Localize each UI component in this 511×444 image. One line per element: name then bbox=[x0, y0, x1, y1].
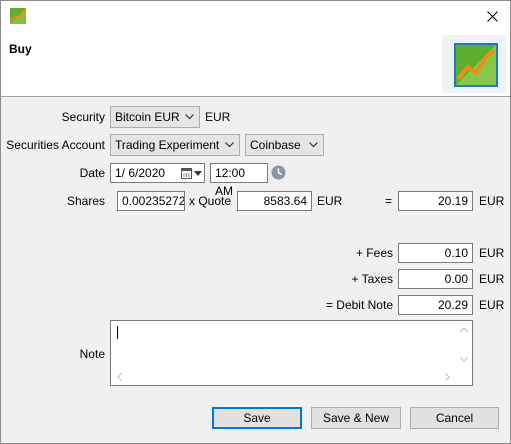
cancel-button[interactable]: Cancel bbox=[410, 407, 499, 429]
dialog-header: Buy bbox=[1, 31, 510, 97]
save-and-new-button[interactable]: Save & New bbox=[311, 407, 401, 429]
close-icon bbox=[486, 10, 498, 22]
title-bar bbox=[1, 1, 510, 31]
account-label: Securities Account bbox=[6, 138, 105, 152]
security-select[interactable]: Bitcoin EUR bbox=[110, 106, 200, 128]
calendar-icon[interactable] bbox=[181, 167, 192, 179]
account-select[interactable]: Trading Experiment bbox=[110, 134, 240, 156]
debit-note-currency: EUR bbox=[479, 298, 505, 312]
date-value: 1/ 6/2020 bbox=[115, 166, 166, 180]
broker-select[interactable]: Coinbase bbox=[245, 134, 324, 156]
fees-input[interactable]: 0.10 bbox=[398, 243, 473, 263]
date-picker[interactable]: 1/ 6/2020 bbox=[110, 163, 205, 183]
chevron-down-icon bbox=[309, 142, 318, 148]
gross-currency: EUR bbox=[479, 194, 505, 208]
chevron-down-icon[interactable] bbox=[194, 171, 202, 176]
app-icon bbox=[10, 8, 26, 24]
horizontal-scrollbar[interactable] bbox=[111, 369, 456, 385]
scroll-right-icon[interactable] bbox=[445, 373, 450, 381]
vertical-scrollbar[interactable] bbox=[456, 321, 472, 369]
broker-select-value: Coinbase bbox=[250, 138, 301, 152]
dialog-title: Buy bbox=[9, 42, 32, 56]
text-caret bbox=[117, 326, 118, 339]
buy-dialog: Buy Security Bitcoin EUR EUR Securities … bbox=[0, 0, 511, 444]
note-label: Note bbox=[79, 347, 105, 361]
close-button[interactable] bbox=[474, 1, 510, 31]
taxes-input[interactable]: 0.00 bbox=[398, 269, 473, 289]
account-select-value: Trading Experiment bbox=[115, 138, 220, 152]
fees-label: + Fees bbox=[355, 246, 393, 260]
time-field[interactable]: 12:00 AM bbox=[210, 163, 268, 198]
scroll-up-icon[interactable] bbox=[460, 327, 468, 332]
quote-label: x Quote bbox=[189, 194, 232, 208]
chevron-down-icon bbox=[185, 114, 194, 120]
quote-currency: EUR bbox=[317, 194, 343, 208]
security-currency: EUR bbox=[205, 110, 231, 124]
fees-currency: EUR bbox=[479, 246, 505, 260]
shares-label: Shares bbox=[66, 194, 105, 208]
note-textarea[interactable] bbox=[110, 320, 473, 386]
gross-value-input[interactable]: 20.19 bbox=[398, 191, 473, 211]
security-label: Security bbox=[61, 110, 105, 124]
equals-label: = bbox=[385, 194, 393, 208]
chevron-down-icon bbox=[225, 142, 234, 148]
shares-input[interactable]: 0.00235272 bbox=[117, 191, 185, 211]
debit-note-label: = Debit Note bbox=[325, 298, 393, 312]
date-label: Date bbox=[79, 166, 105, 180]
quote-input[interactable]: 8583.64 bbox=[237, 191, 312, 211]
portfolio-logo bbox=[442, 35, 506, 93]
taxes-label: + Taxes bbox=[351, 272, 393, 286]
scroll-down-icon[interactable] bbox=[460, 357, 468, 362]
clock-icon[interactable] bbox=[271, 165, 286, 180]
save-button[interactable]: Save bbox=[212, 407, 302, 429]
taxes-currency: EUR bbox=[479, 272, 505, 286]
debit-note-input[interactable]: 20.29 bbox=[398, 295, 473, 315]
scroll-left-icon[interactable] bbox=[117, 373, 122, 381]
security-select-value: Bitcoin EUR bbox=[115, 110, 180, 124]
